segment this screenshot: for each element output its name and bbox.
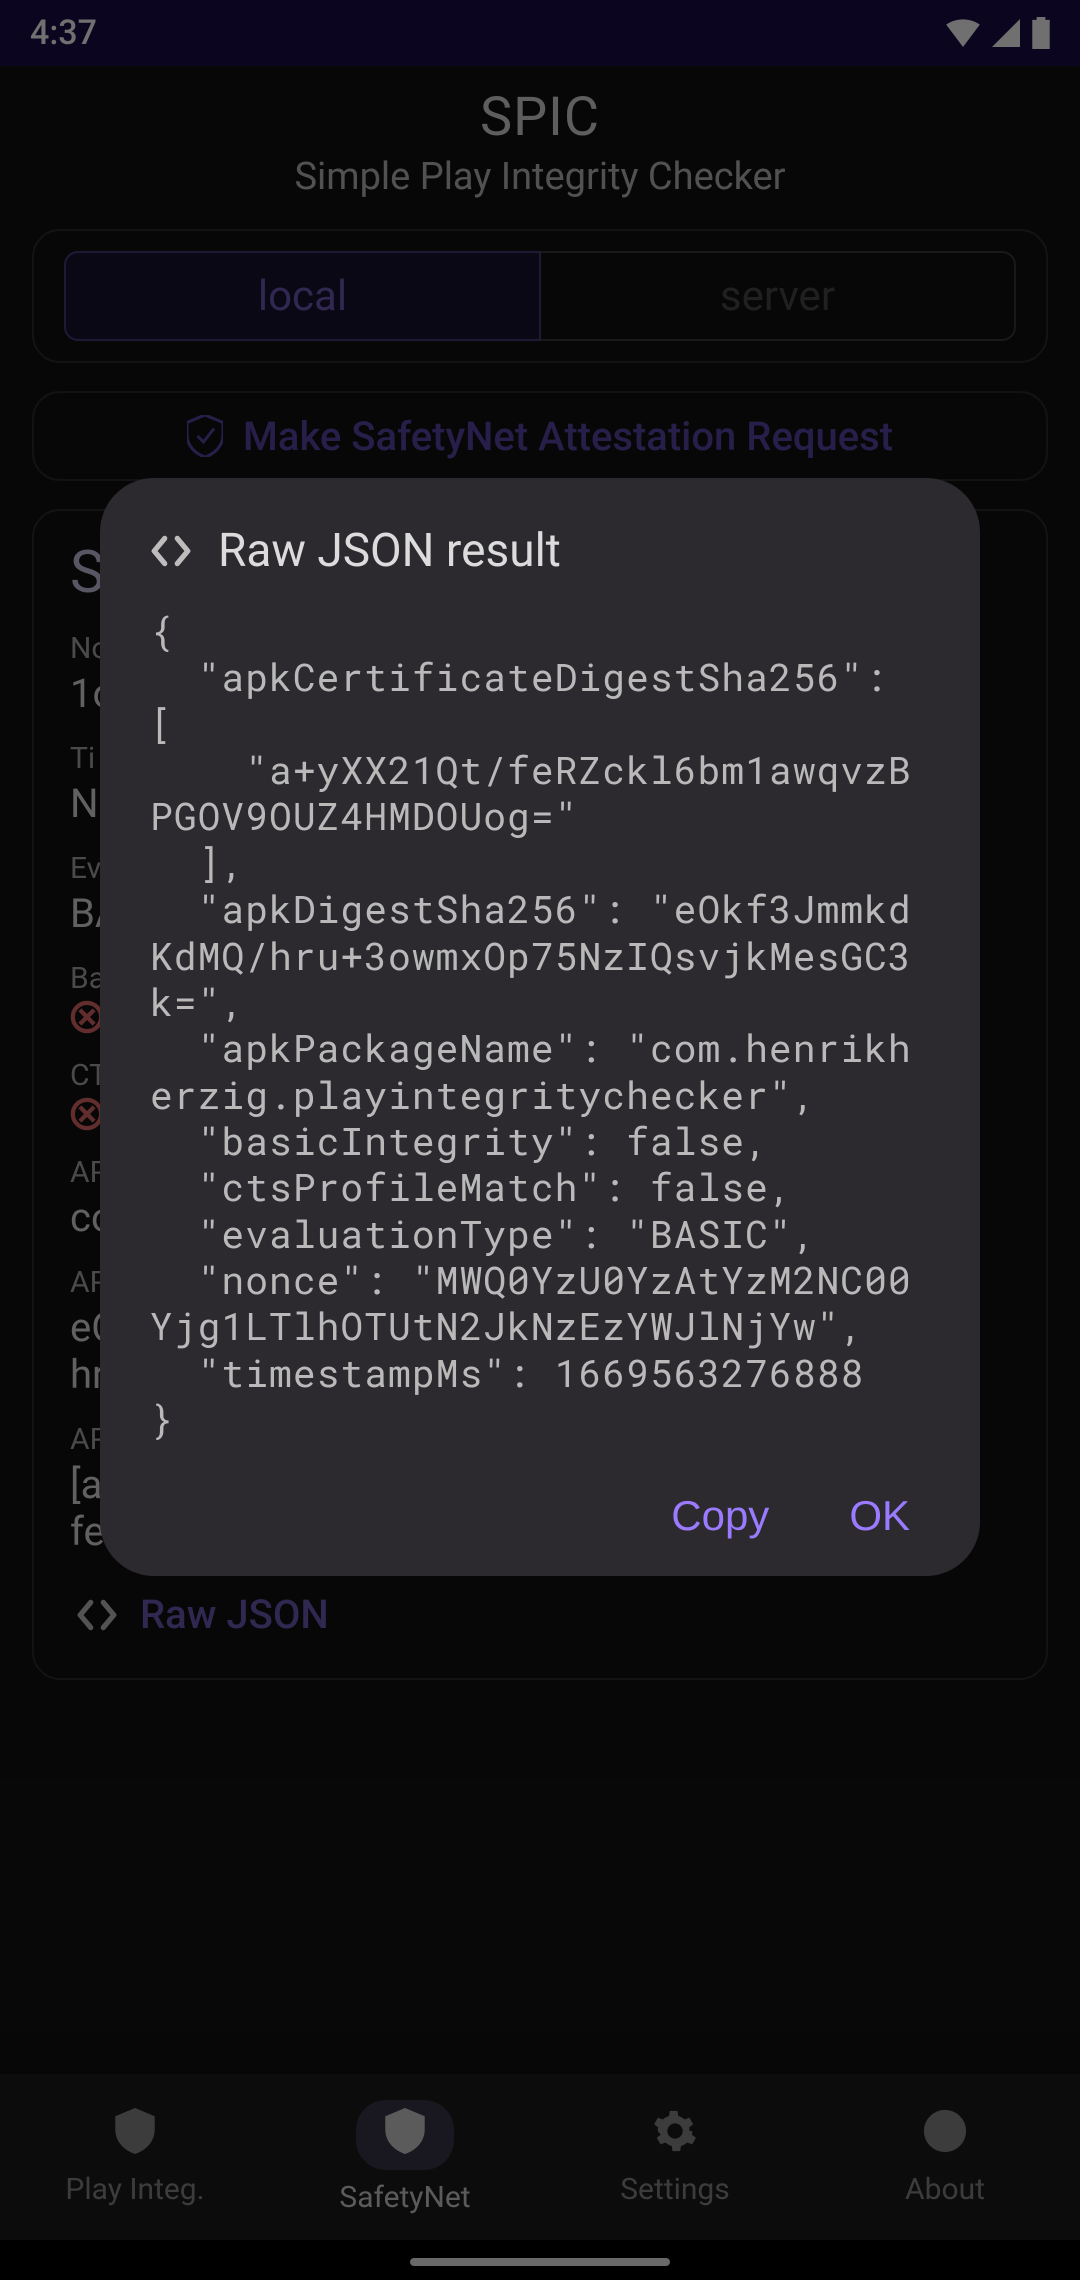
raw-json-dialog: Raw JSON result { "apkCertificateDigestS… [100,478,980,1576]
ok-button[interactable]: OK [849,1492,910,1540]
dialog-json-content: { "apkCertificateDigestSha256": [ "a+yXX… [150,608,930,1442]
dialog-title: Raw JSON result [218,524,561,578]
code-icon [150,530,192,572]
copy-button[interactable]: Copy [671,1492,769,1540]
